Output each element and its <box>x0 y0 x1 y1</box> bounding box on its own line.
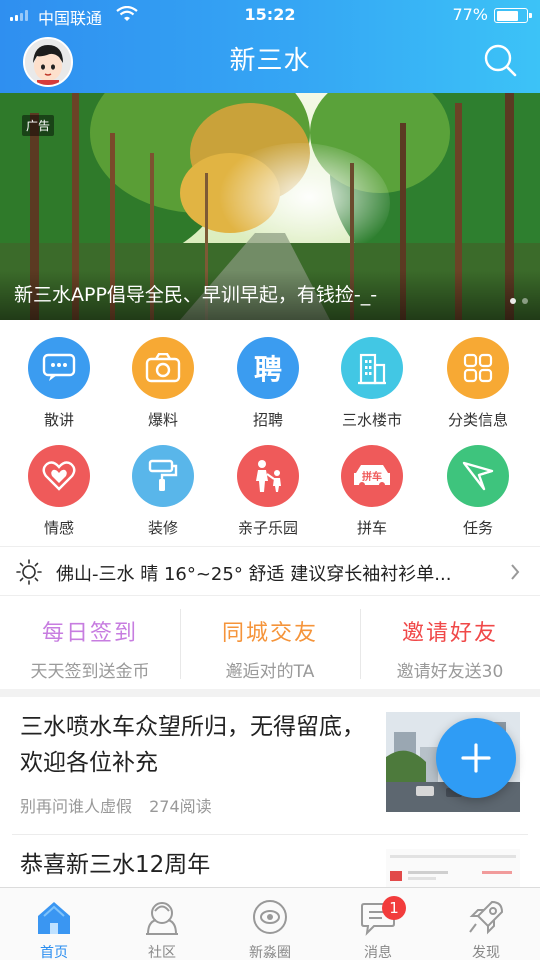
activity-subtitle: 邂逅对的TA <box>225 662 315 682</box>
tab-label: 消息 <box>364 945 392 960</box>
plus-icon <box>461 743 491 773</box>
community-icon <box>146 902 178 935</box>
news-title: 恭喜新三水12周年 <box>20 852 211 878</box>
carousel-indicator <box>510 298 528 304</box>
app-header: 中国联通 15:22 77% 新三水 <box>0 0 540 93</box>
grid-item-sanjiang[interactable]: 散讲 <box>7 337 111 430</box>
battery-percent: 77% <box>452 5 488 24</box>
activity-title: 邀请好友 <box>401 621 498 646</box>
status-bar: 中国联通 15:22 77% <box>0 0 540 30</box>
tab-label: 社区 <box>148 945 176 960</box>
battery-icon <box>494 8 532 23</box>
tab-label: 首页 <box>40 945 68 960</box>
activity-title: 同城交友 <box>221 621 318 646</box>
grid-label: 拼车 <box>356 519 387 537</box>
grid-label: 情感 <box>43 519 74 537</box>
car-label-glyph: 拼车 <box>362 471 382 483</box>
paper-plane-icon <box>462 461 494 491</box>
category-icon <box>463 353 493 383</box>
grid-label: 三水楼市 <box>341 411 402 429</box>
tab-label: 发现 <box>472 945 500 960</box>
page-title: 新三水 <box>229 46 311 76</box>
grid-label: 亲子乐园 <box>237 519 298 537</box>
grid-item-qinzi[interactable]: 亲子乐园 <box>216 445 320 538</box>
grid-label: 爆料 <box>147 411 178 429</box>
circle-icon <box>253 900 287 934</box>
tab-bar: 首页 社区 新淼圈 消息 1 发现 <box>0 887 540 960</box>
grid-label: 分类信息 <box>447 411 508 429</box>
category-grid: 散讲 爆料 聘 招聘 三水楼市 分类信息 情感 装修 亲子乐园 拼车 拼车 任务 <box>0 320 540 545</box>
grid-label: 散讲 <box>43 411 74 429</box>
activity-row: 每日签到 天天签到送金币 同城交友 邂逅对的TA 邀请好友 邀请好友送30 <box>0 597 540 689</box>
grid-item-renwu[interactable]: 任务 <box>426 445 530 538</box>
news-thumbnail <box>386 849 520 887</box>
parent-child-icon <box>256 460 281 492</box>
daily-checkin-button[interactable]: 每日签到 天天签到送金币 <box>0 597 180 689</box>
banner-caption: 新三水APP倡导全民、早训早起，有钱捡-_- <box>0 270 540 320</box>
grid-label: 任务 <box>462 519 493 537</box>
activity-title: 每日签到 <box>41 621 138 646</box>
section-divider <box>0 689 540 697</box>
tab-discover[interactable]: 发现 <box>432 888 540 960</box>
grid-item-qinggan[interactable]: 情感 <box>7 445 111 538</box>
grid-item-fenlei[interactable]: 分类信息 <box>426 337 530 430</box>
tab-community[interactable]: 社区 <box>108 888 216 960</box>
recruit-icon: 聘 <box>253 353 282 386</box>
rocket-icon <box>469 900 504 935</box>
news-title: 三水喷水车众望所归，无得留底，欢迎各位补充 <box>20 714 365 776</box>
invite-friends-button[interactable]: 邀请好友 邀请好友送30 <box>360 597 540 689</box>
chevron-right-icon <box>511 564 520 580</box>
grid-item-zhaopin[interactable]: 聘 招聘 <box>216 337 320 430</box>
compose-button[interactable] <box>436 718 516 798</box>
grid-item-baoliao[interactable]: 爆料 <box>111 337 215 430</box>
grid-label: 招聘 <box>252 411 283 429</box>
news-meta: 别再问谁人虚假 274阅读 <box>20 793 212 817</box>
paint-roller-icon <box>148 459 178 491</box>
ad-tag: 广告 <box>22 115 55 136</box>
battery-fill <box>496 10 519 21</box>
list-item[interactable]: 恭喜新三水12周年 <box>0 835 540 887</box>
camera-icon <box>145 353 181 383</box>
building-icon <box>358 353 386 385</box>
grid-item-zhuangxiu[interactable]: 装修 <box>111 445 215 538</box>
local-friends-button[interactable]: 同城交友 邂逅对的TA <box>180 597 360 689</box>
unread-badge: 1 <box>382 896 406 920</box>
chat-icon <box>42 353 76 381</box>
grid-item-loushi[interactable]: 三水楼市 <box>320 337 424 430</box>
weather-text: 佛山-三水 晴 16°~25° 舒适 建议穿长袖衬衫单... <box>56 564 452 585</box>
tab-label: 新淼圈 <box>249 945 291 960</box>
heart-icon <box>42 461 76 491</box>
tab-circle[interactable]: 新淼圈 <box>216 888 324 960</box>
tab-messages[interactable]: 消息 1 <box>324 888 432 960</box>
news-author: 别再问谁人虚假 <box>20 797 133 816</box>
carousel-dot <box>510 298 516 304</box>
home-icon <box>38 902 70 934</box>
activity-subtitle: 邀请好友送30 <box>396 662 504 682</box>
sun-icon <box>16 559 42 585</box>
search-icon[interactable] <box>482 42 518 78</box>
activity-subtitle: 天天签到送金币 <box>30 662 150 682</box>
grid-item-pinche[interactable]: 拼车 拼车 <box>320 445 424 538</box>
grid-label: 装修 <box>147 519 178 537</box>
news-reads: 274阅读 <box>149 797 212 816</box>
tab-home[interactable]: 首页 <box>0 888 108 960</box>
carousel-dot <box>522 298 528 304</box>
weather-bar[interactable]: 佛山-三水 晴 16°~25° 舒适 建议穿长袖衬衫单... <box>0 546 540 596</box>
banner-carousel[interactable]: 广告 新三水APP倡导全民、早训早起，有钱捡-_- <box>0 93 540 320</box>
